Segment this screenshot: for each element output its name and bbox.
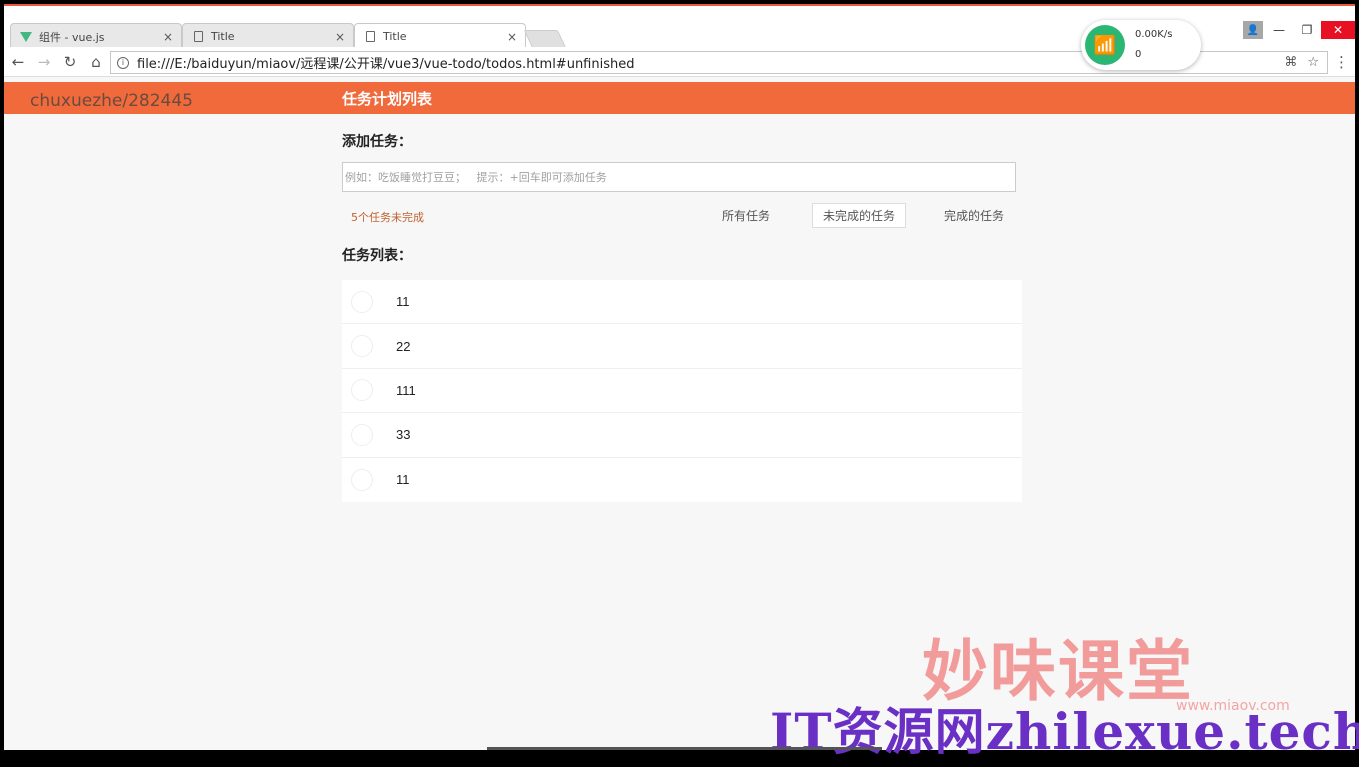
- list-item[interactable]: 33: [342, 413, 1022, 458]
- todo-text: 11: [396, 472, 410, 488]
- list-item[interactable]: 111: [342, 369, 1022, 414]
- user-icon[interactable]: 👤: [1243, 21, 1263, 39]
- filter-done-button[interactable]: 完成的任务: [934, 203, 1014, 228]
- forward-icon[interactable]: →: [32, 53, 56, 71]
- vue-logo-icon: [19, 30, 33, 44]
- close-icon[interactable]: ×: [507, 30, 517, 44]
- todo-checkbox[interactable]: [351, 468, 373, 491]
- back-icon[interactable]: ←: [6, 53, 30, 71]
- wifi-icon: 📶: [1085, 25, 1125, 65]
- reload-icon[interactable]: ↻: [58, 53, 82, 71]
- todo-checkbox[interactable]: [351, 423, 373, 446]
- todo-text: 11: [396, 294, 410, 310]
- url-text: file:///E:/baiduyun/miaov/远程课/公开课/vue3/v…: [137, 57, 635, 72]
- window-close-icon[interactable]: ✕: [1321, 21, 1355, 39]
- window-controls: — ❐ ✕: [1265, 21, 1355, 39]
- remaining-count: 5个任务未完成: [351, 211, 424, 224]
- maximize-icon[interactable]: ❐: [1293, 21, 1321, 39]
- menu-icon[interactable]: ⋮: [1334, 53, 1349, 71]
- todo-text: 33: [396, 427, 411, 443]
- translate-icon[interactable]: ⌘: [1284, 55, 1297, 70]
- todo-checkbox[interactable]: [351, 335, 373, 358]
- filter-all-button[interactable]: 所有任务: [712, 203, 780, 228]
- todo-checkbox[interactable]: [351, 379, 373, 402]
- network-speed: 0.00K/s: [1135, 29, 1173, 40]
- list-item[interactable]: 11: [342, 280, 1022, 325]
- tab-title-2[interactable]: Title ×: [354, 23, 526, 49]
- list-item[interactable]: 22: [342, 324, 1022, 369]
- list-item[interactable]: 11: [342, 458, 1022, 502]
- filter-unfinished-button[interactable]: 未完成的任务: [812, 203, 907, 228]
- horizontal-scrollbar[interactable]: [487, 747, 882, 750]
- document-icon: [191, 30, 205, 44]
- network-stats: 0.00K/s 0: [1135, 25, 1172, 65]
- browser-window: 组件 - vue.js × Title × Title × 👤 — ❐ ✕ ← …: [4, 4, 1355, 750]
- site-watermark: IT资源网zhilexue.tech: [770, 702, 1359, 761]
- user-watermark: chuxuezhe/282445: [30, 91, 193, 111]
- todo-list: 11 22 111 33 11: [342, 280, 1022, 502]
- minimize-icon[interactable]: —: [1265, 21, 1293, 39]
- add-task-heading: 添加任务：: [342, 134, 412, 150]
- tab-label: Title: [211, 30, 235, 43]
- todo-text: 111: [396, 382, 416, 398]
- page-title: 任务计划列表: [342, 90, 433, 108]
- new-tab-button[interactable]: [523, 30, 567, 48]
- close-icon[interactable]: ×: [163, 30, 173, 44]
- info-icon[interactable]: i: [117, 56, 129, 69]
- network-count: 0: [1135, 49, 1142, 60]
- close-icon[interactable]: ×: [335, 30, 345, 44]
- tab-label: 组件 - vue.js: [39, 30, 105, 44]
- home-icon[interactable]: ⌂: [84, 53, 108, 71]
- task-input[interactable]: [342, 162, 1016, 192]
- app-header: chuxuezhe/282445 任务计划列表: [4, 82, 1355, 114]
- todo-text: 22: [396, 338, 411, 354]
- task-list-heading: 任务列表：: [342, 248, 412, 264]
- tab-title-1[interactable]: Title ×: [182, 23, 354, 49]
- bookmark-star-icon[interactable]: ☆: [1307, 55, 1319, 70]
- document-icon: [363, 30, 377, 44]
- network-speed-widget[interactable]: 📶 0.00K/s 0: [1081, 20, 1201, 70]
- tab-label: Title: [383, 30, 407, 43]
- tab-vue-components[interactable]: 组件 - vue.js ×: [10, 23, 182, 49]
- todo-checkbox[interactable]: [351, 290, 373, 313]
